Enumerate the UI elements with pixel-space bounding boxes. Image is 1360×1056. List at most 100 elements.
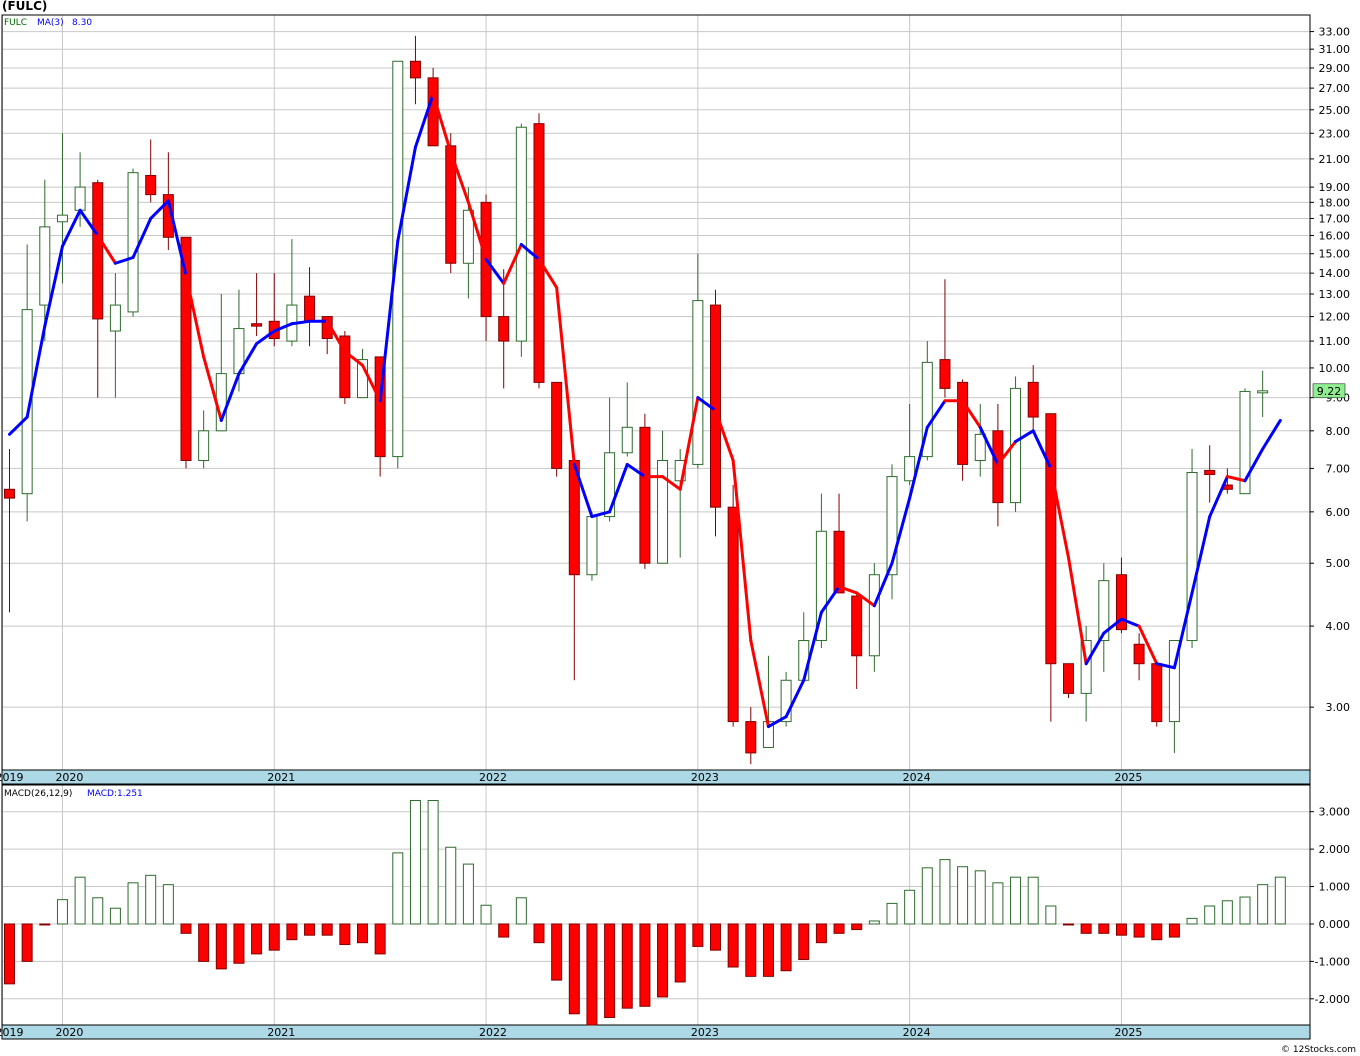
macd-bar-positive [1186, 917, 1198, 925]
macd-bar-positive [56, 899, 68, 925]
candle-down [92, 179, 104, 398]
macd-bar-positive [1204, 905, 1216, 925]
macd-grid [1, 785, 1310, 1025]
macd-panel-frame [1, 784, 1311, 1040]
macd-bar-negative [692, 923, 704, 947]
candle-up [1098, 563, 1110, 672]
site-credit: © 12Stocks.com [1281, 1045, 1356, 1055]
candle-up [692, 253, 704, 469]
macd-year-label: 2020 [55, 1026, 83, 1039]
macd-bar-negative [357, 923, 368, 944]
macd-bar-positive [462, 863, 474, 925]
macd-bar-positive [921, 867, 933, 925]
macd-bar-positive [939, 859, 951, 925]
macd-bar-negative [233, 923, 245, 964]
macd-bar-positive [1010, 876, 1022, 925]
price-tick-label: 17.00 [1319, 212, 1351, 225]
candle-down [1063, 663, 1074, 698]
macd-bar-negative [268, 923, 280, 951]
candle-body [833, 530, 845, 594]
candle-up [1186, 448, 1198, 649]
candle-body [604, 452, 616, 518]
candle-body [127, 172, 139, 313]
macd-bar-negative [815, 923, 827, 944]
candle-down [957, 379, 969, 481]
candle-body [1133, 643, 1145, 665]
candle-body [1063, 663, 1074, 694]
candle-up [198, 410, 210, 469]
macd-tick-label: 3.000 [1319, 806, 1351, 819]
macd-bar-positive [392, 852, 404, 925]
macd-bar-positive [957, 866, 969, 925]
candle-body [4, 488, 15, 499]
price-tick-label: 14.00 [1319, 267, 1351, 280]
price-tick-label: 11.00 [1319, 335, 1351, 348]
macd-bar-negative [1151, 923, 1163, 941]
macd-bar-negative [1115, 923, 1127, 936]
ma-label: MA(3) [37, 18, 64, 28]
ticker-label: FULC [4, 18, 27, 28]
candle-up [904, 403, 916, 486]
price-year-label: 2025 [1114, 771, 1142, 784]
macd-year-label: 2019 [0, 1026, 23, 1039]
candle-up [127, 168, 139, 317]
candle-body [551, 381, 563, 469]
price-tick-label: 8.00 [1326, 425, 1351, 438]
candle-body [1151, 663, 1163, 723]
macd-indicator-label: MACD(26,12,9) [4, 789, 72, 799]
macd-bar-positive [127, 882, 139, 925]
candle-body [939, 359, 951, 389]
candle-down [568, 456, 580, 681]
price-tick-label: 25.00 [1319, 104, 1351, 117]
candle-up [586, 511, 598, 581]
candle-body [974, 433, 986, 461]
macd-bar-positive [409, 799, 421, 925]
candle-down [639, 413, 651, 569]
macd-bar-positive [868, 920, 880, 925]
price-tick-label: 16.00 [1319, 230, 1351, 243]
candle-up [1257, 370, 1269, 418]
macd-bar-negative [1168, 923, 1180, 938]
candle-down [4, 448, 15, 613]
candle-down [833, 493, 845, 594]
candle-body [533, 123, 545, 383]
macd-bar-positive [445, 846, 457, 925]
macd-bar-positive [1045, 905, 1057, 925]
macd-bar-positive [974, 870, 986, 925]
chart-title: (FULC) [2, 0, 48, 13]
candle-body [109, 304, 121, 332]
candlesticks [4, 35, 1269, 765]
macd-bar-negative [533, 923, 545, 944]
macd-bar-negative [745, 923, 757, 977]
macd-bar-negative [1098, 923, 1110, 934]
candle-body [39, 226, 51, 306]
candle-body [427, 77, 439, 147]
macd-bar-positive [145, 874, 157, 925]
moving-average-line [8, 92, 1282, 729]
candle-body [621, 426, 633, 454]
candle-down [1027, 365, 1039, 431]
candle-body [745, 721, 757, 754]
macd-bar-negative [215, 923, 227, 970]
price-tick-label: 18.00 [1319, 196, 1351, 209]
candle-down [851, 592, 863, 689]
macd-bar-positive [1027, 876, 1039, 925]
candle-up [868, 563, 880, 672]
price-panel-frame [1, 14, 1311, 786]
price-year-label: 2024 [903, 771, 931, 784]
candle-up [974, 403, 986, 477]
candle-down [939, 279, 951, 398]
macd-bar-positive [1274, 876, 1286, 925]
macd-bar-positive [904, 889, 916, 925]
macd-bar-negative [251, 923, 263, 955]
candle-up [21, 244, 33, 522]
ma-value: 8.30 [72, 18, 92, 28]
candle-body [145, 174, 157, 196]
macd-year-label: 2021 [267, 1026, 295, 1039]
price-tick-label: 6.00 [1326, 506, 1351, 519]
macd-bar-negative [586, 923, 598, 1026]
price-tick-label: 27.00 [1319, 82, 1351, 95]
macd-bar-negative [568, 923, 580, 1015]
candle-body [215, 373, 227, 432]
candle-body [251, 323, 263, 327]
